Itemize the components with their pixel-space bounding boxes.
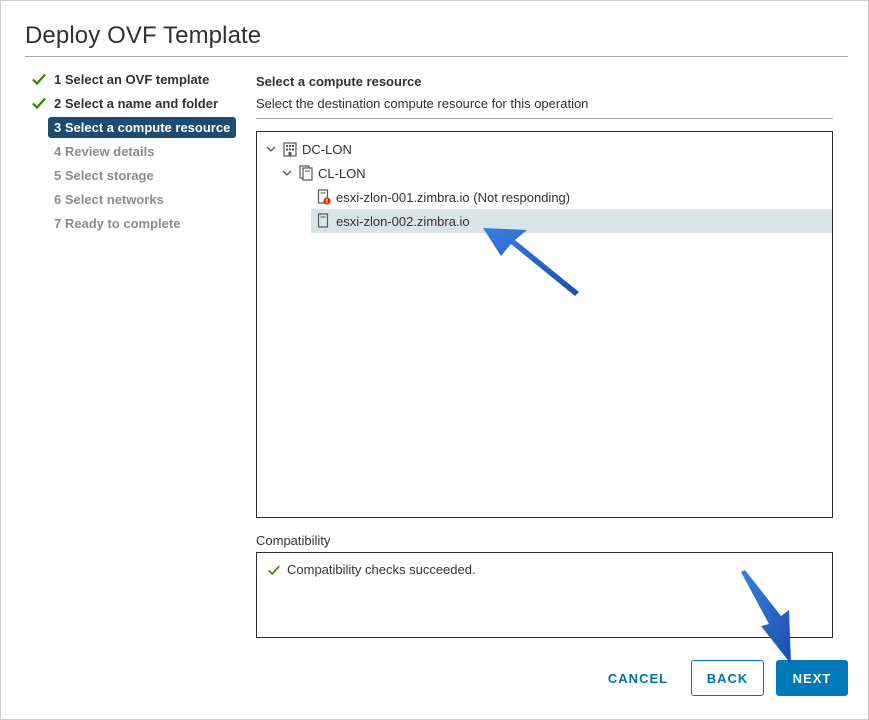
step-select-storage: 5 Select storage <box>31 163 241 187</box>
tree-node-cluster[interactable]: CL-LON <box>281 161 366 185</box>
host-icon <box>317 213 329 228</box>
step-select-compute-resource[interactable]: 3 Select a compute resource <box>31 115 241 139</box>
tree-node-label: DC-LON <box>302 141 352 157</box>
next-button[interactable]: NEXT <box>776 660 848 696</box>
check-icon <box>268 565 280 575</box>
step-select-networks: 6 Select networks <box>31 187 241 211</box>
page-heading: Select a compute resource <box>256 74 422 89</box>
tree-node-label: esxi-zlon-002.zimbra.io <box>336 213 470 229</box>
title-divider <box>25 56 848 57</box>
compatibility-message: Compatibility checks succeeded. <box>267 562 476 577</box>
step-select-ovf-template[interactable]: 1 Select an OVF template <box>31 67 241 91</box>
heading-divider <box>256 118 833 119</box>
compatibility-panel: Compatibility checks succeeded. <box>256 552 833 638</box>
check-icon <box>32 73 46 86</box>
dialog-title: Deploy OVF Template <box>25 22 262 49</box>
compute-resource-tree: DC-LON CL-LON esxi-zlon-001.zimbra.io (N… <box>256 131 833 518</box>
host-error-icon <box>317 189 331 205</box>
cluster-icon <box>299 165 313 181</box>
step-label: 4 Review details <box>54 143 155 159</box>
back-button[interactable]: BACK <box>691 660 764 696</box>
chevron-down-icon[interactable] <box>265 143 277 155</box>
check-icon <box>32 97 46 110</box>
cancel-button[interactable]: CANCEL <box>597 660 679 696</box>
compatibility-message-text: Compatibility checks succeeded. <box>287 562 476 577</box>
tree-node-label: CL-LON <box>318 165 366 181</box>
compatibility-label: Compatibility <box>256 533 331 548</box>
step-label: 6 Select networks <box>54 191 164 207</box>
deploy-ovf-dialog: Deploy OVF Template 1 Select an OVF temp… <box>0 0 869 720</box>
step-label: 7 Ready to complete <box>54 215 181 231</box>
page-subheading: Select the destination compute resource … <box>256 96 589 111</box>
tree-node-host-001[interactable]: esxi-zlon-001.zimbra.io (Not responding) <box>317 185 570 209</box>
step-label: 1 Select an OVF template <box>54 71 210 87</box>
tree-node-label: esxi-zlon-001.zimbra.io (Not responding) <box>336 189 571 205</box>
chevron-down-icon[interactable] <box>281 167 293 179</box>
step-ready-to-complete: 7 Ready to complete <box>31 211 241 235</box>
wizard-steps: 1 Select an OVF template 2 Select a name… <box>31 67 241 235</box>
step-label: 5 Select storage <box>54 167 154 183</box>
step-select-name-folder[interactable]: 2 Select a name and folder <box>31 91 241 115</box>
tree-node-datacenter[interactable]: DC-LON <box>265 137 352 161</box>
step-review-details: 4 Review details <box>31 139 241 163</box>
step-label: 3 Select a compute resource <box>48 116 237 138</box>
datacenter-icon <box>283 142 297 157</box>
step-label: 2 Select a name and folder <box>54 95 219 111</box>
tree-node-host-002[interactable]: esxi-zlon-002.zimbra.io <box>317 209 470 233</box>
